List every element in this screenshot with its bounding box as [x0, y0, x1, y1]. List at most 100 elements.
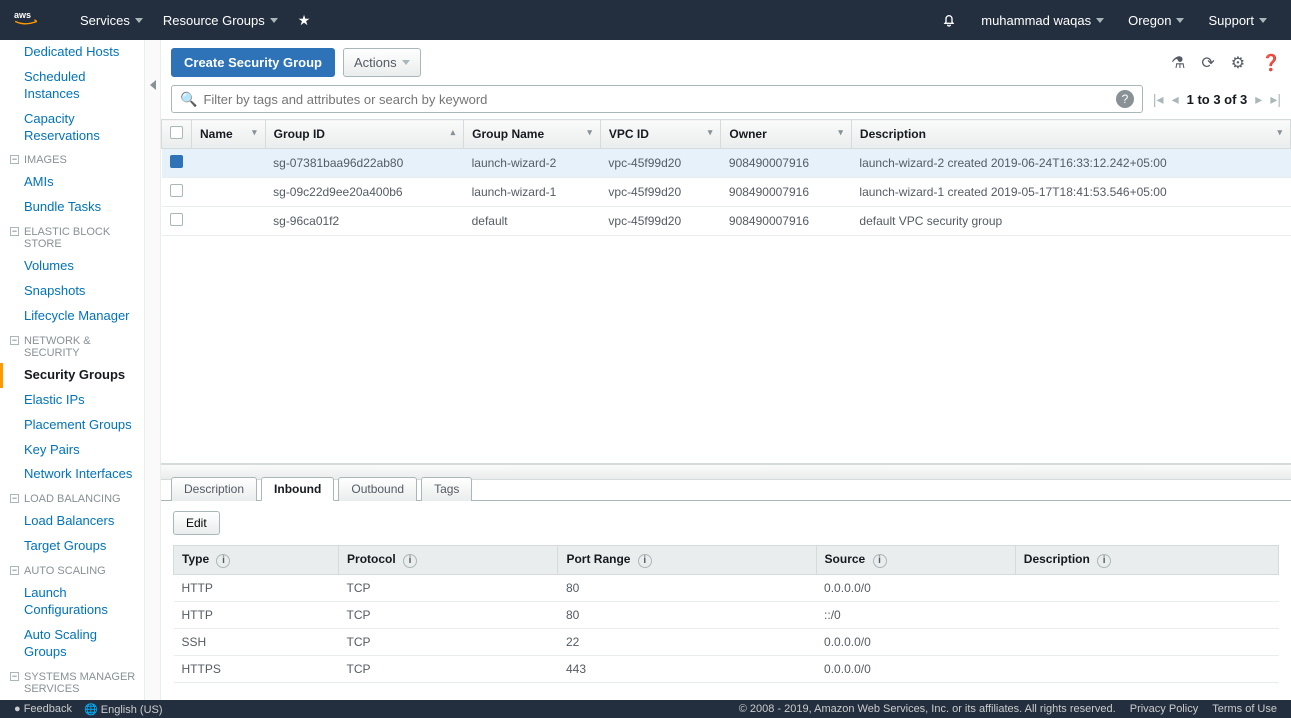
page-next-icon[interactable]: ▸: [1255, 91, 1262, 108]
copyright: © 2008 - 2019, Amazon Web Services, Inc.…: [739, 703, 1116, 715]
sidebar-item-amis[interactable]: AMIs: [0, 170, 144, 195]
pager: |◂ ◂ 1 to 3 of 3 ▸ ▸|: [1153, 91, 1281, 108]
column-header[interactable]: VPC ID▾: [600, 120, 721, 149]
sidebar-item-key-pairs[interactable]: Key Pairs: [0, 438, 144, 463]
sidebar-item-auto-scaling-groups[interactable]: Auto Scaling Groups: [0, 623, 144, 665]
cell-name: [192, 149, 266, 178]
select-all-checkbox[interactable]: [170, 126, 183, 139]
page-first-icon[interactable]: |◂: [1153, 91, 1164, 108]
tab-description[interactable]: Description: [171, 477, 257, 501]
cell-group-id: sg-96ca01f2: [265, 207, 463, 236]
nav-resource-groups[interactable]: Resource Groups: [153, 13, 288, 28]
table-row[interactable]: sg-96ca01f2defaultvpc-45f99d209084900079…: [162, 207, 1291, 236]
info-icon[interactable]: i: [873, 554, 887, 568]
detail-tabs: DescriptionInboundOutboundTags: [161, 476, 1291, 500]
info-icon[interactable]: i: [403, 554, 417, 568]
sidebar-item-snapshots[interactable]: Snapshots: [0, 279, 144, 304]
chevron-down-icon: [1096, 18, 1104, 23]
cell-owner: 908490007916: [721, 178, 852, 207]
language-selector[interactable]: 🌐 English (US): [84, 703, 163, 716]
tab-inbound[interactable]: Inbound: [261, 477, 334, 501]
info-icon[interactable]: i: [216, 554, 230, 568]
search-help-icon[interactable]: ?: [1116, 90, 1134, 108]
row-checkbox[interactable]: [170, 184, 183, 197]
help-icon[interactable]: ❓: [1261, 53, 1281, 73]
chevron-down-icon: [402, 60, 410, 65]
collapse-toggle-icon[interactable]: −: [10, 336, 19, 345]
sidebar-item-elastic-ips[interactable]: Elastic IPs: [0, 388, 144, 413]
info-icon[interactable]: i: [638, 554, 652, 568]
sidebar-item[interactable]: Capacity Reservations: [0, 107, 144, 149]
cell-group-id: sg-07381baa96d22ab80: [265, 149, 463, 178]
notifications-icon[interactable]: [931, 12, 967, 28]
collapse-toggle-icon[interactable]: −: [10, 566, 19, 575]
rules-column-header: Source i: [816, 546, 1015, 575]
edit-rules-button[interactable]: Edit: [173, 511, 220, 535]
sidebar-item-security-groups[interactable]: Security Groups: [0, 363, 144, 388]
cell-name: [192, 178, 266, 207]
row-checkbox[interactable]: [170, 213, 183, 226]
sidebar-item-placement-groups[interactable]: Placement Groups: [0, 413, 144, 438]
search-input-wrap[interactable]: 🔍 ?: [171, 85, 1143, 113]
nav-support[interactable]: Support: [1198, 13, 1277, 28]
cell-name: [192, 207, 266, 236]
gear-icon[interactable]: ⚙: [1231, 53, 1245, 73]
cell-description: launch-wizard-2 created 2019-06-24T16:33…: [851, 149, 1290, 178]
terms-link[interactable]: Terms of Use: [1212, 703, 1277, 715]
info-icon[interactable]: i: [1097, 554, 1111, 568]
sidebar-item-lifecycle-manager[interactable]: Lifecycle Manager: [0, 304, 144, 329]
detail-pane: Edit Type iProtocol iPort Range iSource …: [161, 500, 1291, 700]
sidebar[interactable]: Dedicated Hosts Scheduled Instances Capa…: [0, 40, 145, 700]
collapse-toggle-icon[interactable]: −: [10, 494, 19, 503]
rules-column-header: Port Range i: [558, 546, 816, 575]
column-header[interactable]: Description▾: [851, 120, 1290, 149]
collapse-toggle-icon[interactable]: −: [10, 155, 19, 164]
cell-group-name: launch-wizard-2: [464, 149, 601, 178]
flask-icon[interactable]: ⚗: [1171, 53, 1185, 73]
sidebar-item-volumes[interactable]: Volumes: [0, 254, 144, 279]
column-header[interactable]: Owner▾: [721, 120, 852, 149]
table-row[interactable]: sg-09c22d9ee20a400b6launch-wizard-1vpc-4…: [162, 178, 1291, 207]
column-header[interactable]: Name▾: [192, 120, 266, 149]
sidebar-item-load-balancers[interactable]: Load Balancers: [0, 509, 144, 534]
column-header[interactable]: Group Name▾: [464, 120, 601, 149]
page-last-icon[interactable]: ▸|: [1270, 91, 1281, 108]
rule-row: HTTPTCP80::/0: [174, 601, 1279, 628]
row-checkbox[interactable]: [170, 155, 183, 168]
aws-logo[interactable]: aws: [14, 8, 50, 33]
cell-group-name: launch-wizard-1: [464, 178, 601, 207]
search-input[interactable]: [203, 92, 1109, 107]
pin-icon[interactable]: ★: [288, 12, 321, 29]
sidebar-section-label: −ELASTIC BLOCK STORE: [0, 220, 144, 254]
sidebar-item-target-groups[interactable]: Target Groups: [0, 534, 144, 559]
nav-user[interactable]: muhammad waqas: [971, 13, 1114, 28]
page-prev-icon[interactable]: ◂: [1172, 91, 1179, 108]
cell-group-name: default: [464, 207, 601, 236]
sidebar-section-label: −LOAD BALANCING: [0, 487, 144, 509]
rules-column-header: Description i: [1015, 546, 1278, 575]
table-row[interactable]: sg-07381baa96d22ab80launch-wizard-2vpc-4…: [162, 149, 1291, 178]
feedback-link[interactable]: ● Feedback: [14, 703, 72, 715]
rules-column-header: Protocol i: [339, 546, 558, 575]
sidebar-item-bundle-tasks[interactable]: Bundle Tasks: [0, 195, 144, 220]
column-header[interactable]: Group ID▴: [265, 120, 463, 149]
sidebar-item-network-interfaces[interactable]: Network Interfaces: [0, 462, 144, 487]
sidebar-item-launch-configurations[interactable]: Launch Configurations: [0, 581, 144, 623]
sidebar-item-ec2-systems-manager-has-moved[interactable]: EC2 Systems Manager has moved↗: [0, 699, 144, 700]
refresh-icon[interactable]: ⟳: [1201, 53, 1214, 73]
nav-services[interactable]: Services: [70, 13, 153, 28]
chevron-down-icon: [270, 18, 278, 23]
tab-outbound[interactable]: Outbound: [338, 477, 417, 501]
sidebar-item[interactable]: Scheduled Instances: [0, 65, 144, 107]
sidebar-top: Dedicated Hosts Scheduled Instances Capa…: [0, 40, 144, 148]
sidebar-collapse[interactable]: [145, 40, 161, 700]
privacy-link[interactable]: Privacy Policy: [1130, 703, 1198, 715]
collapse-toggle-icon[interactable]: −: [10, 227, 19, 236]
sidebar-section-label: −AUTO SCALING: [0, 559, 144, 581]
create-security-group-button[interactable]: Create Security Group: [171, 48, 335, 77]
nav-region[interactable]: Oregon: [1118, 13, 1194, 28]
actions-button[interactable]: Actions: [343, 48, 421, 77]
collapse-toggle-icon[interactable]: −: [10, 672, 19, 681]
sidebar-item[interactable]: Dedicated Hosts: [0, 40, 144, 65]
tab-tags[interactable]: Tags: [421, 477, 472, 501]
